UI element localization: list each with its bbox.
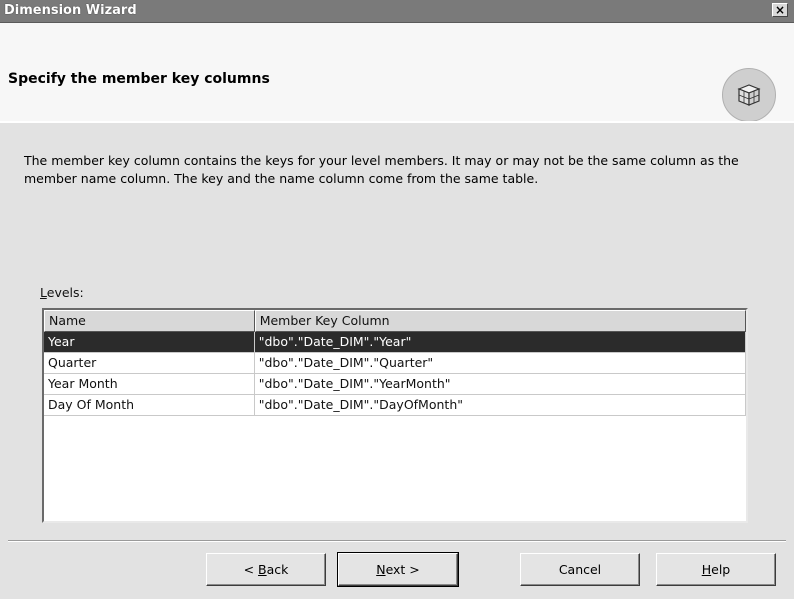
- back-label-mnemonic: B: [258, 562, 267, 577]
- close-button[interactable]: ×: [772, 3, 788, 17]
- next-label-mnemonic: N: [376, 562, 386, 577]
- member-key-cell[interactable]: "dbo"."Date_DIM"."Year": [254, 332, 746, 353]
- levels-label-mnemonic: L: [40, 285, 47, 300]
- level-name: Year Month: [44, 374, 255, 395]
- column-header-name[interactable]: Name: [44, 310, 255, 332]
- help-label-post: elp: [711, 562, 731, 577]
- help-label-mnemonic: H: [701, 562, 712, 577]
- page-title: Specify the member key columns: [8, 71, 270, 87]
- cancel-label: Cancel: [558, 562, 602, 577]
- cancel-button[interactable]: Cancel: [520, 553, 640, 586]
- next-label-post: ext >: [385, 562, 420, 577]
- back-label-post: ack: [266, 562, 289, 577]
- back-label-pre: <: [243, 562, 259, 577]
- cube-icon: [722, 68, 776, 122]
- column-header-member-key[interactable]: Member Key Column: [254, 310, 746, 332]
- list-header: Name Member Key Column: [44, 310, 746, 332]
- header-divider: [0, 121, 794, 123]
- instruction-text: The member key column contains the keys …: [24, 153, 739, 186]
- wizard-header: Specify the member key columns: [0, 23, 794, 122]
- levels-list[interactable]: Name Member Key Column Year "dbo"."Date_…: [42, 308, 748, 523]
- level-row-year[interactable]: Year "dbo"."Date_DIM"."Year": [44, 332, 746, 353]
- member-key-cell[interactable]: "dbo"."Date_DIM"."DayOfMonth": [254, 395, 746, 416]
- help-button[interactable]: Help: [656, 553, 776, 586]
- level-row-quarter[interactable]: Quarter "dbo"."Date_DIM"."Quarter": [44, 353, 746, 374]
- next-button[interactable]: Next >: [337, 552, 459, 587]
- member-key-cell[interactable]: "dbo"."Date_DIM"."Quarter": [254, 353, 746, 374]
- level-row-year-month[interactable]: Year Month "dbo"."Date_DIM"."YearMonth": [44, 374, 746, 395]
- level-name: Quarter: [44, 353, 255, 374]
- level-name: Year: [44, 332, 255, 353]
- member-key-cell[interactable]: "dbo"."Date_DIM"."YearMonth": [254, 374, 746, 395]
- level-row-day-of-month[interactable]: Day Of Month "dbo"."Date_DIM"."DayOfMont…: [44, 395, 746, 416]
- footer-divider: [8, 540, 786, 542]
- window-title: Dimension Wizard: [4, 3, 137, 18]
- levels-label-rest: evels:: [46, 285, 84, 300]
- title-bar: Dimension Wizard ×: [0, 0, 794, 23]
- back-button[interactable]: < Back: [206, 553, 326, 586]
- levels-label: Levels:: [40, 285, 84, 300]
- level-name: Day Of Month: [44, 395, 255, 416]
